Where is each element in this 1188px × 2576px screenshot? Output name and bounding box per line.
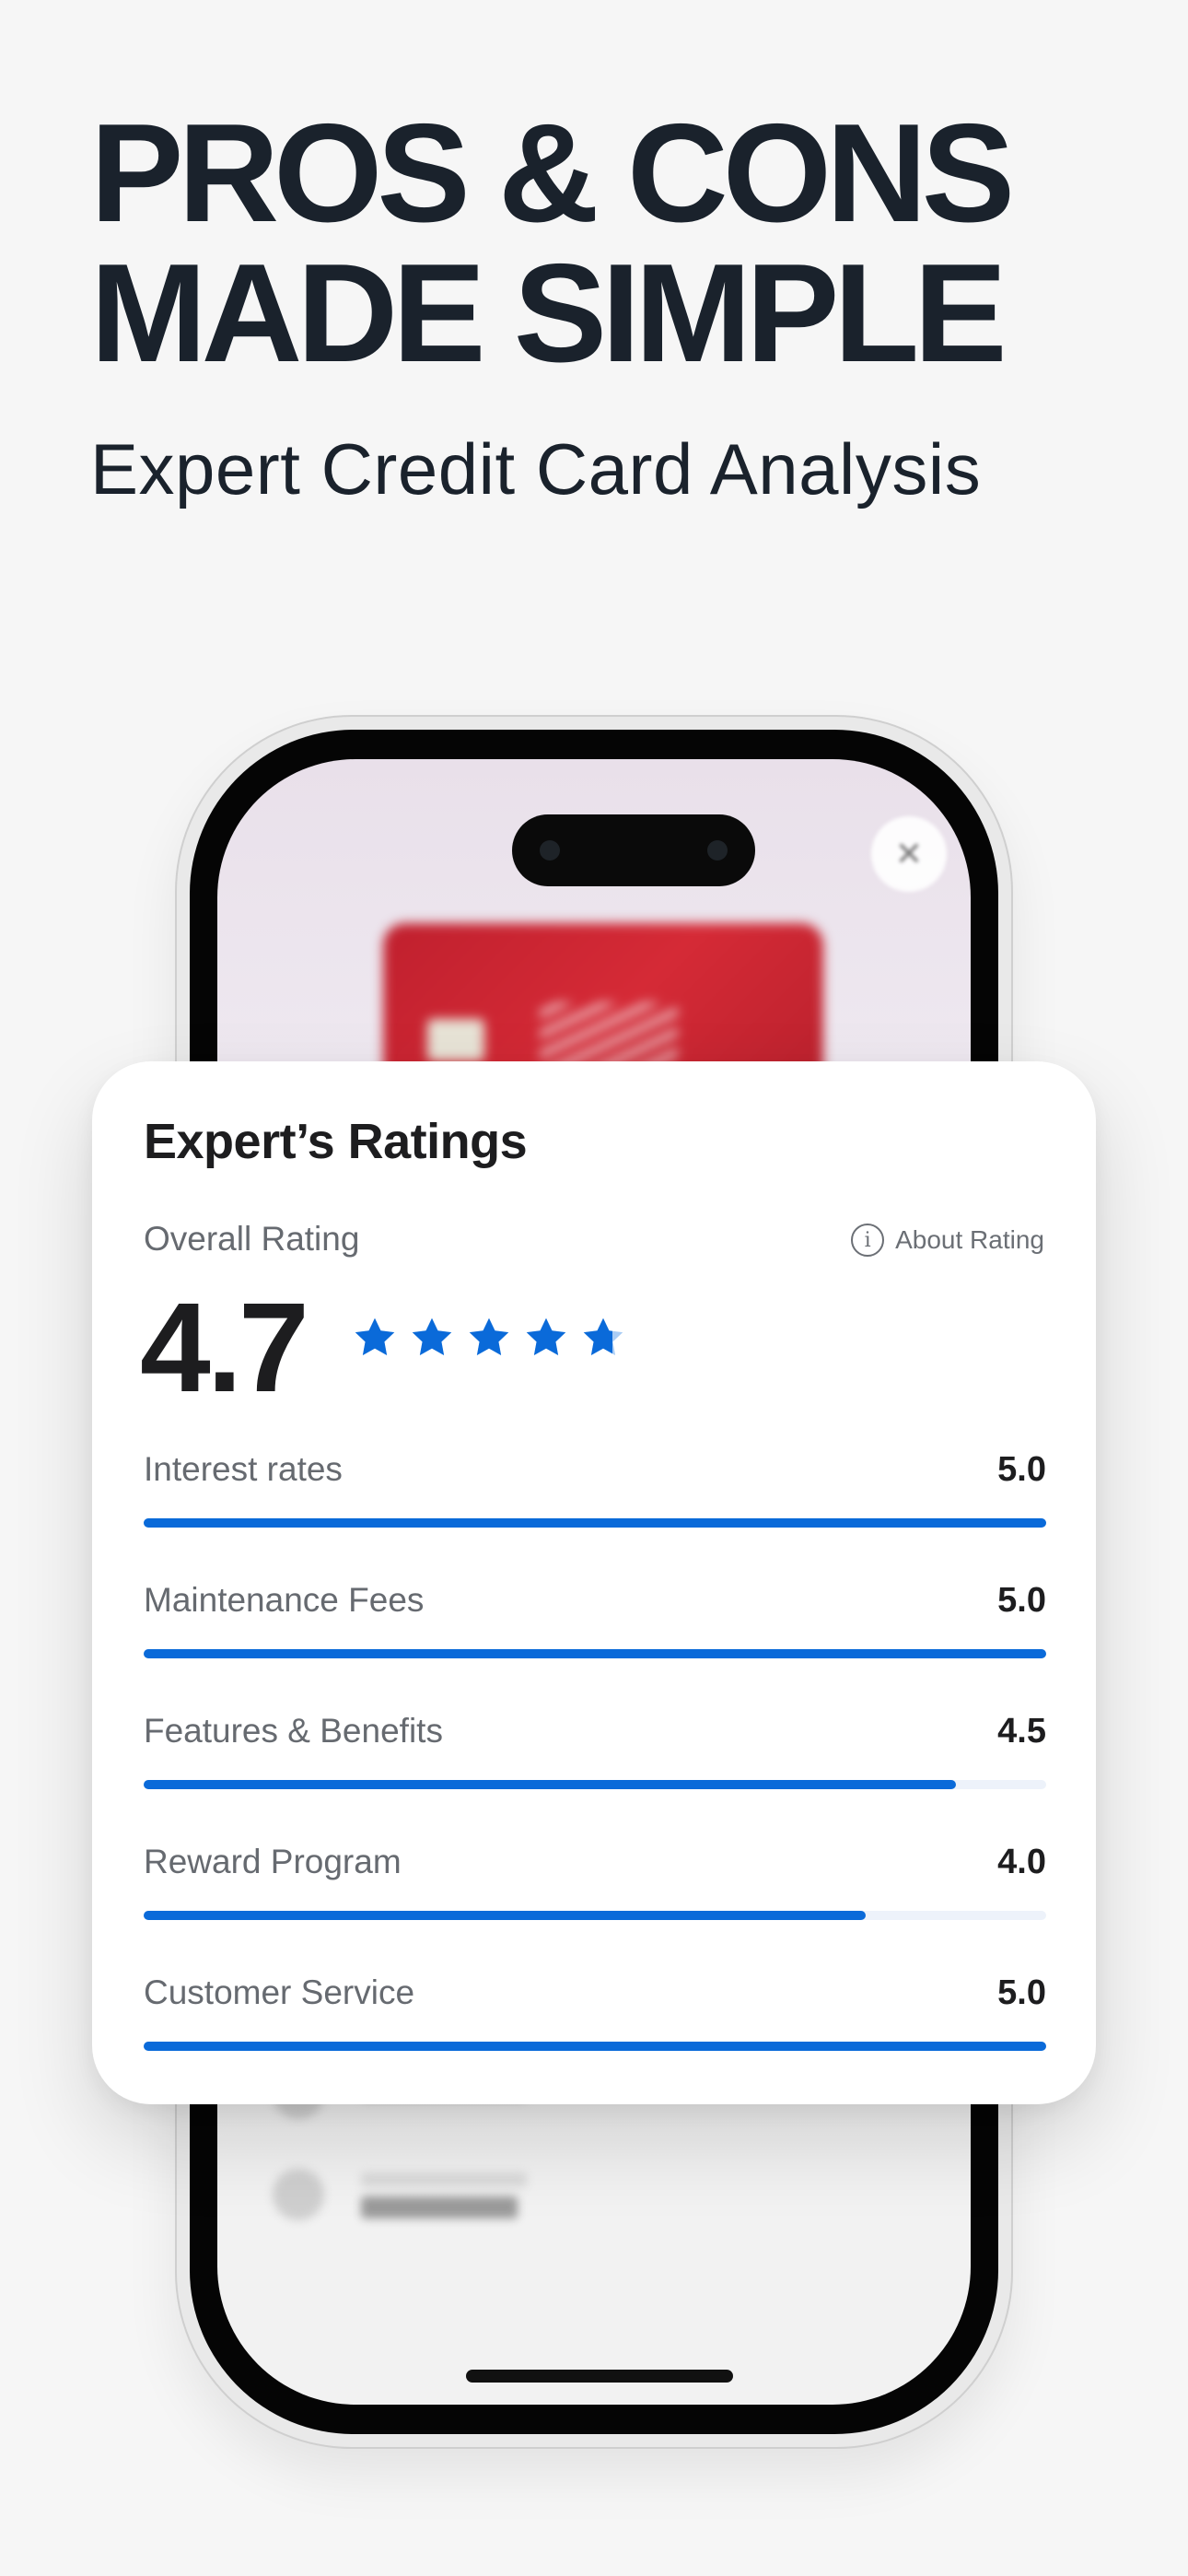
sensor-icon <box>707 840 728 861</box>
detail-text <box>361 2196 518 2219</box>
metric-value: 5.0 <box>997 1450 1046 1489</box>
metric-track <box>144 2042 1046 2051</box>
metric-track <box>144 1649 1046 1658</box>
metric-features-benefits: Features & Benefits 4.5 <box>144 1712 1046 1804</box>
metric-track <box>144 1911 1046 1920</box>
expert-ratings-card: Expert’s Ratings Overall Rating i About … <box>92 1061 1096 2104</box>
metric-label: Interest rates <box>144 1450 343 1488</box>
headline-subtitle: Expert Credit Card Analysis <box>90 428 982 509</box>
page: PROS & CONS MADE SIMPLE Expert Credit Ca… <box>0 0 1188 2576</box>
star-icon <box>412 1317 452 1355</box>
metric-value: 5.0 <box>997 1581 1046 1620</box>
info-icon: i <box>851 1224 885 1257</box>
metric-track <box>144 1780 1046 1789</box>
metric-fill <box>144 1518 1046 1528</box>
globe-icon <box>273 2169 324 2220</box>
metric-label: Features & Benefits <box>144 1712 443 1750</box>
headline-line-1: PROS & CONS <box>90 95 1015 252</box>
headline: PROS & CONS MADE SIMPLE Expert Credit Ca… <box>90 103 1122 510</box>
metric-fill <box>144 1649 1046 1658</box>
overall-rating-value: 4.7 <box>140 1277 309 1419</box>
about-rating-label: About Rating <box>895 1225 1044 1254</box>
metric-fill <box>144 1780 956 1789</box>
metric-fill <box>144 1911 866 1920</box>
dynamic-island <box>512 814 755 886</box>
star-icon <box>526 1317 566 1355</box>
about-rating-button[interactable]: i About Rating <box>851 1220 1044 1260</box>
blurred-details <box>217 2067 971 2405</box>
close-icon[interactable]: ✕ <box>871 816 947 892</box>
metric-value: 5.0 <box>997 1973 1046 2012</box>
home-indicator <box>466 2370 733 2383</box>
overall-rating-label: Overall Rating <box>144 1220 360 1258</box>
metric-value: 4.5 <box>997 1712 1046 1751</box>
detail-caption <box>361 2172 527 2187</box>
star-icon <box>469 1317 509 1355</box>
metric-label: Reward Program <box>144 1843 402 1880</box>
metric-label: Customer Service <box>144 1973 415 2011</box>
headline-line-2: MADE SIMPLE <box>90 235 1007 392</box>
metric-label: Maintenance Fees <box>144 1581 425 1619</box>
metric-customer-service: Customer Service 5.0 <box>144 1973 1046 2066</box>
star-rating <box>352 1315 626 1361</box>
metric-interest-rates: Interest rates 5.0 <box>144 1450 1046 1542</box>
metric-reward-program: Reward Program 4.0 <box>144 1843 1046 1935</box>
metric-value: 4.0 <box>997 1843 1046 1881</box>
star-icon <box>583 1317 623 1355</box>
card-title: Expert’s Ratings <box>144 1114 528 1169</box>
metric-track <box>144 1518 1046 1528</box>
card-chip <box>427 1019 484 1061</box>
camera-icon <box>540 840 560 861</box>
metric-fill <box>144 2042 1046 2051</box>
metric-maintenance-fees: Maintenance Fees 5.0 <box>144 1581 1046 1673</box>
star-icon <box>355 1317 395 1355</box>
